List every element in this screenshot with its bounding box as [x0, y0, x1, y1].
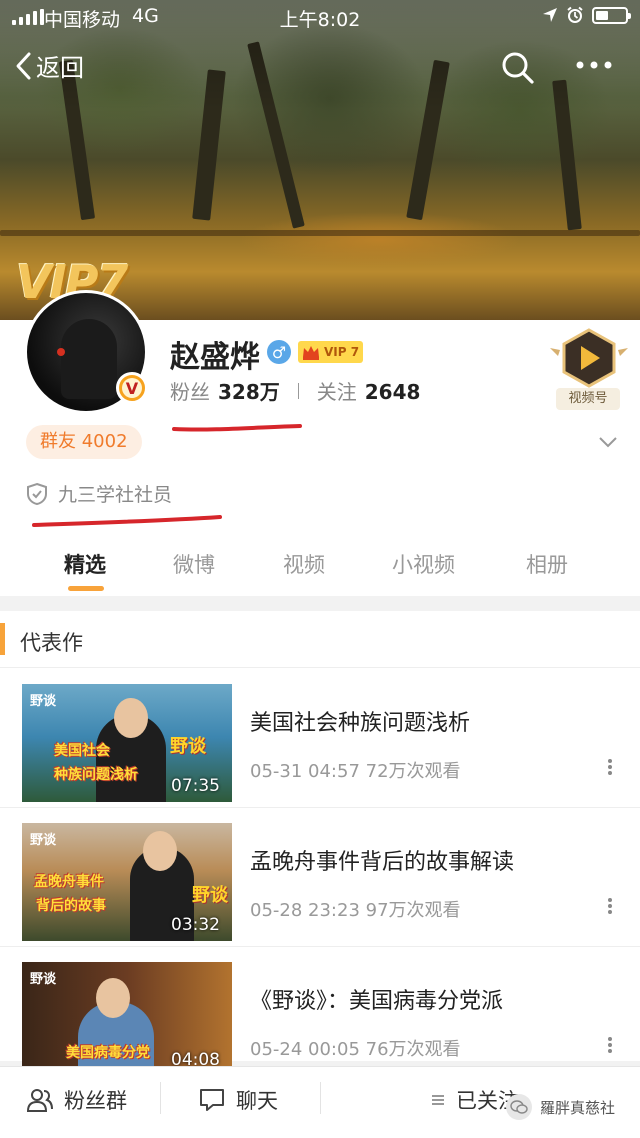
- profile-name: 赵盛烨: [170, 340, 260, 375]
- video-more-button[interactable]: [600, 757, 620, 779]
- following-stat[interactable]: 关注 2648: [317, 376, 421, 405]
- video-more-button[interactable]: [600, 1035, 620, 1057]
- tab-featured[interactable]: 精选: [64, 549, 106, 579]
- video-thumbnail: 野谈 美国病毒分党 04:08: [22, 962, 232, 1066]
- tab-album[interactable]: 相册: [526, 549, 568, 579]
- red-underline-annotation: [32, 515, 222, 527]
- video-meta: 05-28 23:23 97万次观看: [250, 900, 461, 921]
- fans-group-button[interactable]: 粉丝群: [26, 1085, 127, 1115]
- video-duration: 07:35: [171, 776, 220, 796]
- expand-profile-button[interactable]: [598, 434, 618, 453]
- section-accent-bar: [0, 623, 5, 655]
- chat-label: 聊天: [236, 1089, 278, 1113]
- more-dots-icon: [576, 61, 612, 69]
- video-more-button[interactable]: [600, 896, 620, 918]
- tab-short-video[interactable]: 小视频: [392, 549, 455, 579]
- menu-lines-icon: [432, 1095, 444, 1105]
- watermark-text: 羅胖真慈社: [540, 1098, 616, 1117]
- video-title: 孟晚舟事件背后的故事解读: [250, 850, 515, 875]
- video-thumbnail: 野谈 孟晚舟事件 背后的故事 野谈 03:32: [22, 823, 232, 941]
- organization-label: 九三学社社员: [58, 484, 173, 506]
- alarm-icon: [567, 6, 583, 23]
- stat-divider: [297, 382, 299, 399]
- fans-label: 粉丝: [170, 380, 210, 404]
- chevron-down-icon: [599, 437, 617, 448]
- back-label: 返回: [36, 54, 84, 82]
- chevron-left-icon: [16, 52, 31, 79]
- search-button[interactable]: [500, 50, 536, 90]
- follow-stats: 粉丝 328万 关注 2648: [170, 376, 420, 405]
- video-account-label: 视频号: [556, 388, 620, 410]
- video-list-item[interactable]: 野谈 美国社会 种族问题浅析 野谈 07:35 美国社会种族问题浅析 05-31…: [0, 669, 640, 808]
- crown-icon: [303, 346, 319, 360]
- search-icon: [502, 52, 534, 84]
- nav-bar: 返回: [0, 40, 640, 96]
- section-title: 代表作: [20, 631, 83, 655]
- video-title: 《野谈》：美国病毒分党派: [250, 989, 504, 1014]
- following-count: 2648: [364, 380, 421, 404]
- verified-badge: V: [116, 372, 148, 404]
- video-thumbnail: 野谈 美国社会 种族问题浅析 野谈 07:35: [22, 684, 232, 802]
- fans-group-label: 粉丝群: [64, 1089, 127, 1113]
- organization-info: 九三学社社员: [26, 480, 172, 507]
- following-label: 关注: [316, 380, 357, 404]
- more-options-button[interactable]: [574, 50, 614, 84]
- tab-video[interactable]: 视频: [283, 549, 325, 579]
- chat-bubble-icon: [200, 1089, 224, 1111]
- users-icon: [26, 1089, 53, 1112]
- video-meta: 05-31 04:57 72万次观看: [250, 761, 461, 782]
- video-list-item[interactable]: 野谈 美国病毒分党 04:08 《野谈》：美国病毒分党派 05-24 00:05…: [0, 947, 640, 1066]
- video-title: 美国社会种族问题浅析: [250, 711, 471, 736]
- tab-active-indicator: [68, 586, 104, 591]
- status-bar: 中国移动 4G 上午8:02: [0, 0, 640, 34]
- wechat-logo-icon: [506, 1094, 532, 1120]
- fans-stat[interactable]: 粉丝 328万: [170, 376, 280, 405]
- section-header: [0, 611, 640, 668]
- vip-tag-label: VIP 7: [324, 345, 360, 359]
- male-gender-icon: ♂: [267, 340, 291, 364]
- bottom-divider: [320, 1082, 321, 1114]
- chat-button[interactable]: 聊天: [198, 1085, 278, 1115]
- video-play-icon: [550, 328, 628, 388]
- video-list-item[interactable]: 野谈 孟晚舟事件 背后的故事 野谈 03:32 孟晚舟事件背后的故事解读 05-…: [0, 808, 640, 947]
- video-duration: 04:08: [171, 1050, 220, 1066]
- back-button[interactable]: 返回: [14, 48, 84, 83]
- bottom-divider: [160, 1082, 161, 1114]
- fan-group-pill[interactable]: 群友 4002: [26, 425, 142, 459]
- wechat-watermark: 羅胖真慈社: [506, 1094, 615, 1120]
- battery-icon: [592, 6, 631, 24]
- red-underline-annotation: [172, 424, 302, 432]
- fans-count: 328万: [218, 380, 280, 404]
- location-arrow-icon: [543, 8, 557, 22]
- video-meta: 05-24 00:05 76万次观看: [250, 1039, 461, 1060]
- video-account-badge[interactable]: 视频号: [548, 326, 630, 410]
- vip-tag[interactable]: VIP 7: [298, 341, 364, 363]
- shield-icon: [27, 482, 47, 505]
- tab-weibo[interactable]: 微博: [173, 549, 215, 579]
- video-duration: 03:32: [171, 915, 220, 935]
